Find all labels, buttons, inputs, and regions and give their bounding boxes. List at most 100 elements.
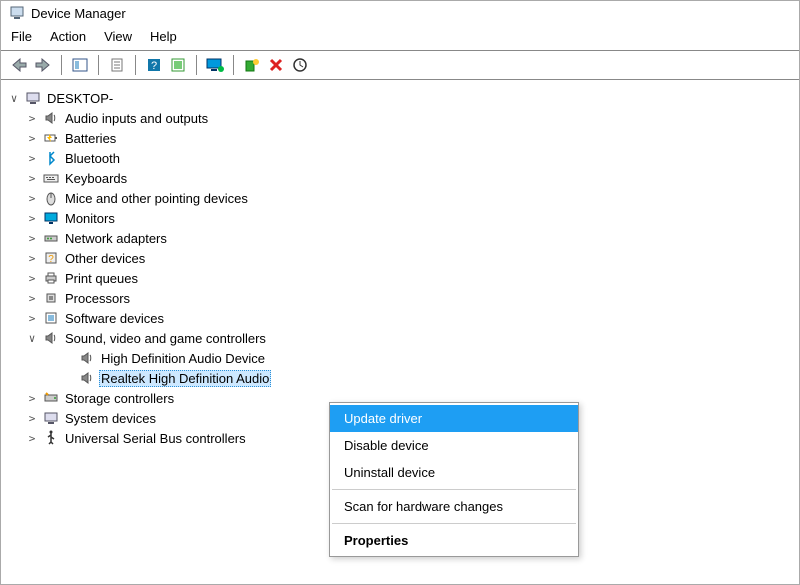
expander-icon[interactable]: > [25,252,39,265]
tree-node[interactable]: ∨ Sound, video and game controllers [7,328,793,348]
tree-node-label: Universal Serial Bus controllers [63,431,248,446]
menu-view[interactable]: View [104,29,132,44]
tree-node-label: Audio inputs and outputs [63,111,210,126]
menu-action[interactable]: Action [50,29,86,44]
battery-icon [43,130,59,146]
context-menu-item[interactable]: Disable device [330,432,578,459]
tree-node[interactable]: > Mice and other pointing devices [7,188,793,208]
tree-node-label: Monitors [63,211,117,226]
toolbar-separator [196,55,197,75]
properties-button[interactable] [107,55,127,75]
expander-icon[interactable]: > [25,392,39,405]
tree-node-label: Software devices [63,311,166,326]
expander-icon[interactable]: > [25,192,39,205]
tree-node[interactable]: > Audio inputs and outputs [7,108,793,128]
toolbar: ? [1,50,799,80]
toolbar-separator [233,55,234,75]
printer-icon [43,270,59,286]
window-title: Device Manager [31,6,126,21]
tree-node-root[interactable]: ∨ DESKTOP- [7,88,793,108]
context-menu: Update driverDisable deviceUninstall dev… [329,402,579,557]
monitor-button[interactable] [205,55,225,75]
context-menu-item[interactable]: Uninstall device [330,459,578,486]
tree-node-label: Print queues [63,271,140,286]
forward-button[interactable] [33,55,53,75]
expander-icon[interactable]: > [25,412,39,425]
menu-file[interactable]: File [11,29,32,44]
toolbar-separator [61,55,62,75]
computer-icon [25,90,41,106]
tree-node-label: Keyboards [63,171,129,186]
show-hide-tree-button[interactable] [70,55,90,75]
mouse-icon [43,190,59,206]
tree-node-label: Bluetooth [63,151,122,166]
context-menu-item[interactable]: Update driver [330,405,578,432]
system-icon [43,410,59,426]
bluetooth-icon [43,150,59,166]
tree-node-label: Realtek High Definition Audio [99,370,271,387]
tree-node-label: Batteries [63,131,118,146]
app-icon [9,5,25,21]
tree-node[interactable]: > Network adapters [7,228,793,248]
tree-node[interactable]: > Batteries [7,128,793,148]
tree-node[interactable]: > Processors [7,288,793,308]
expander-icon[interactable]: > [25,112,39,125]
menu-help[interactable]: Help [150,29,177,44]
update-driver-button[interactable] [168,55,188,75]
add-hardware-button[interactable] [242,55,262,75]
tree-node[interactable]: >? Other devices [7,248,793,268]
tree-node[interactable]: > Keyboards [7,168,793,188]
storage-icon [43,390,59,406]
expander-icon[interactable]: > [25,312,39,325]
expander-icon[interactable]: > [25,132,39,145]
tree-node[interactable]: > Bluetooth [7,148,793,168]
tree-node[interactable]: > Software devices [7,308,793,328]
other-icon: ? [43,250,59,266]
device-tree[interactable]: ∨ DESKTOP- > Audio inputs and outputs > Bat… [1,80,799,573]
scan-button[interactable] [290,55,310,75]
speaker-icon [43,330,59,346]
tree-node[interactable]: Realtek High Definition Audio [7,368,793,388]
monitor-icon [43,210,59,226]
back-button[interactable] [9,55,29,75]
tree-node[interactable]: > Print queues [7,268,793,288]
svg-text:?: ? [48,254,54,265]
speaker-icon [79,350,95,366]
expander-icon[interactable]: > [25,152,39,165]
expander-icon[interactable]: > [25,432,39,445]
menu-bar: File Action View Help [1,25,799,50]
tree-node-label: Other devices [63,251,147,266]
usb-icon [43,430,59,446]
speaker-icon [43,110,59,126]
toolbar-separator [98,55,99,75]
expander-icon[interactable]: > [25,172,39,185]
network-icon [43,230,59,246]
tree-node-label: Mice and other pointing devices [63,191,250,206]
tree-node-label: Network adapters [63,231,169,246]
tree-node-label: High Definition Audio Device [99,351,267,366]
title-bar: Device Manager [1,1,799,25]
speaker-icon [79,370,95,386]
context-menu-separator [332,489,576,490]
expander-icon[interactable]: > [25,212,39,225]
tree-node-label: Storage controllers [63,391,176,406]
svg-text:?: ? [151,60,157,72]
context-menu-item[interactable]: Properties [330,527,578,554]
context-menu-item[interactable]: Scan for hardware changes [330,493,578,520]
expander-icon[interactable]: > [25,232,39,245]
help-button[interactable]: ? [144,55,164,75]
keyboard-icon [43,170,59,186]
tree-node-label: Processors [63,291,132,306]
expander-icon[interactable]: ∨ [7,92,21,105]
expander-icon[interactable]: > [25,272,39,285]
tree-node-label: System devices [63,411,158,426]
tree-node-label: Sound, video and game controllers [63,331,268,346]
tree-node[interactable]: > Monitors [7,208,793,228]
expander-icon[interactable]: > [25,292,39,305]
tree-node[interactable]: High Definition Audio Device [7,348,793,368]
remove-button[interactable] [266,55,286,75]
cpu-icon [43,290,59,306]
context-menu-separator [332,523,576,524]
toolbar-separator [135,55,136,75]
expander-icon[interactable]: ∨ [25,332,39,345]
